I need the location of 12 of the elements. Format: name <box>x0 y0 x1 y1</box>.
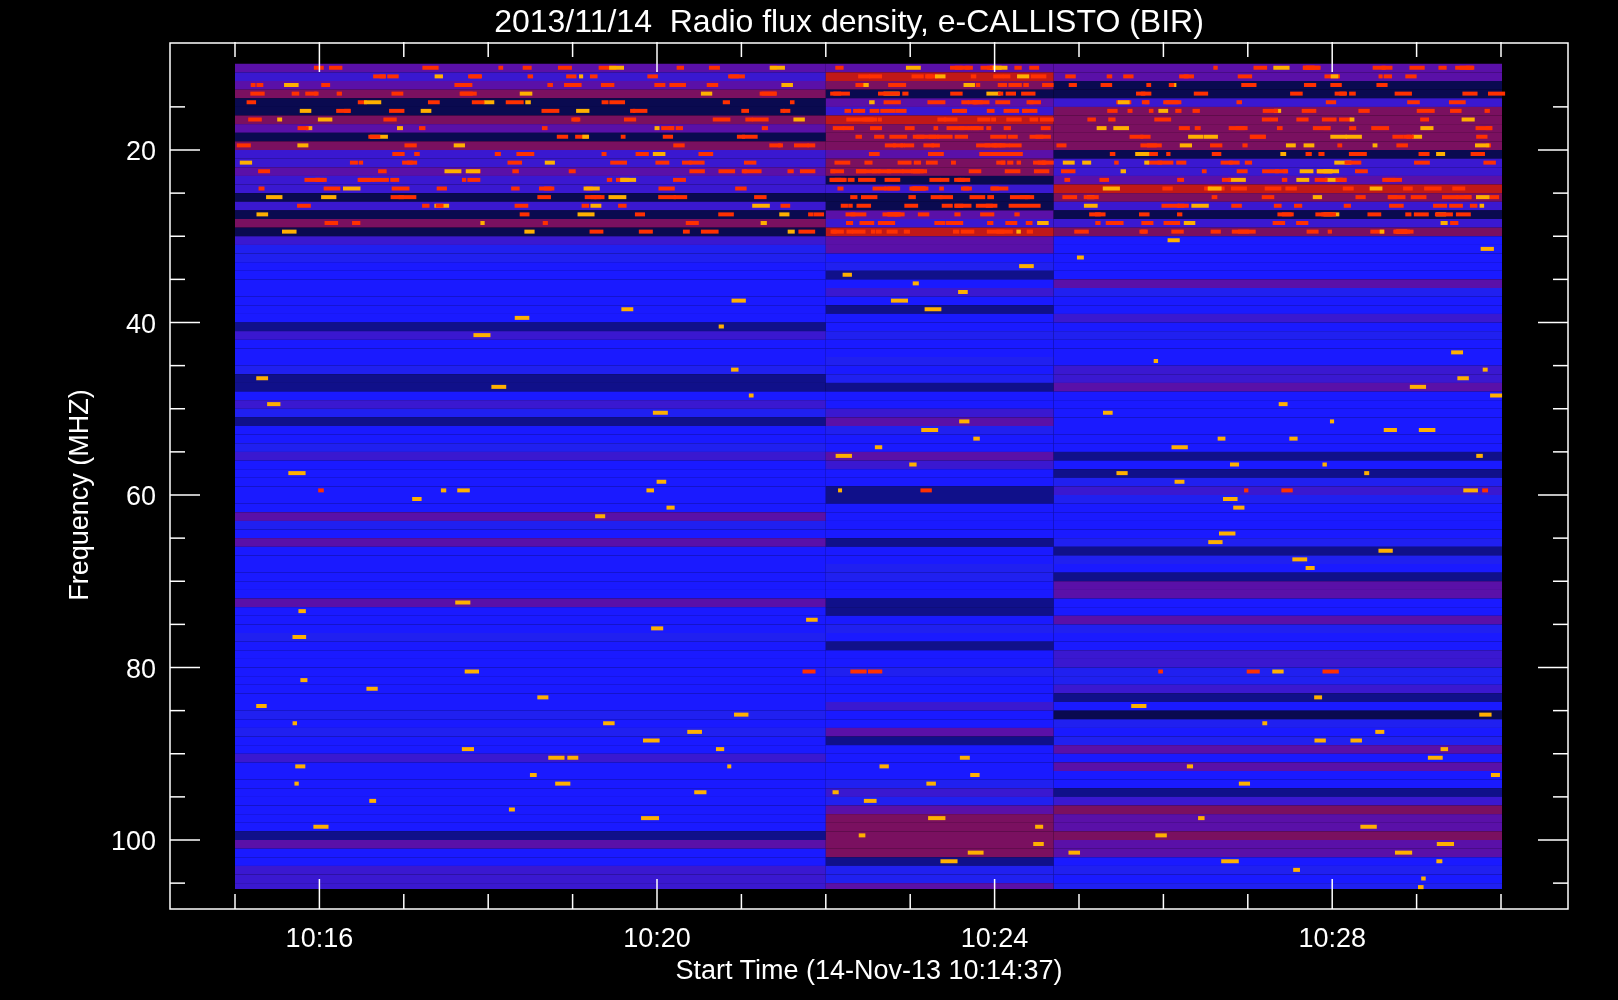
y-axis-label: Frequency (MHZ) <box>64 389 94 601</box>
x-tick-label: 10:28 <box>1298 923 1366 953</box>
chart-title: 2013/11/14 Radio flux density, e-CALLISTO (BIR) <box>493 2 1204 41</box>
x-axis-label: Start Time (14-Nov-13 10:14:37) <box>675 955 1063 985</box>
y-tick-label: 80 <box>125 653 156 684</box>
x-tick-label: 10:20 <box>623 923 691 953</box>
y-tick-label: 20 <box>125 136 156 166</box>
y-tick-label: 60 <box>125 481 156 511</box>
x-tick-label: 10:16 <box>285 923 354 953</box>
x-tick-label: 10:24 <box>960 923 1029 953</box>
y-tick-label: 100 <box>110 826 156 856</box>
y-tick-label: 40 <box>125 308 156 339</box>
